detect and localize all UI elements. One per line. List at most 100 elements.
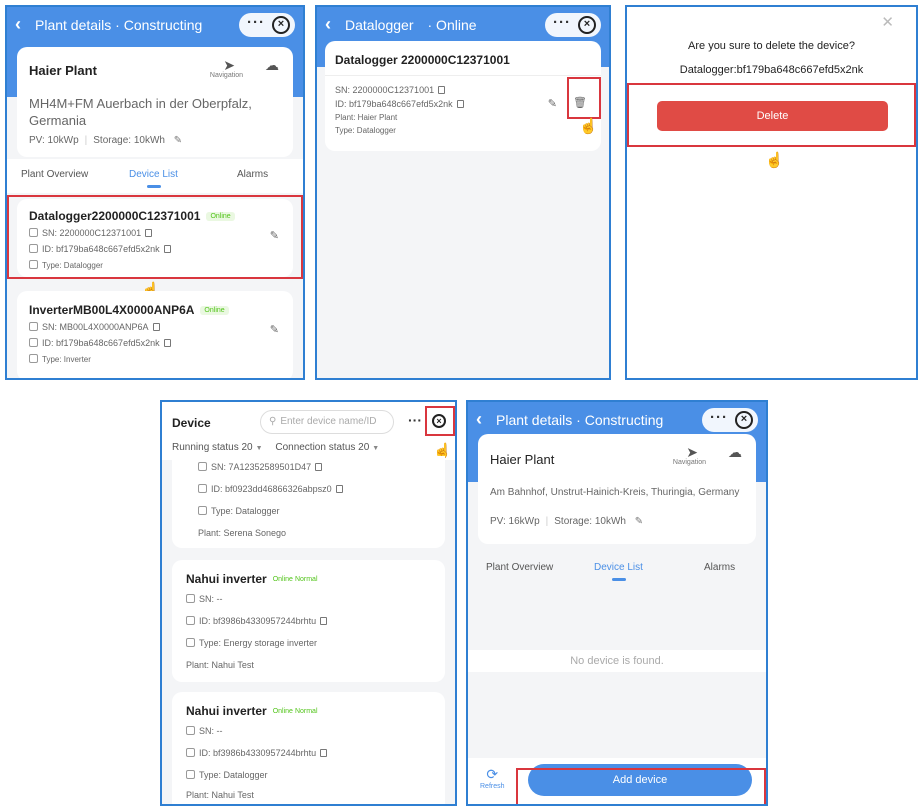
device-sn: SN: MB00L4X0000ANP6A — [29, 322, 160, 332]
device-sn: SN: -- — [186, 594, 223, 604]
device-type: Type: Inverter — [29, 354, 91, 364]
header-title: Plant details · Constructing — [496, 412, 664, 428]
more-icon[interactable]: ··· — [710, 409, 728, 426]
tab-device-list[interactable]: Device List — [129, 169, 178, 180]
device-card[interactable]: Nahui inverter Online Normal SN: -- ID: bf… — [172, 692, 445, 804]
device-card[interactable]: InverterMB00L4X0000ANP6A Online SN: MB00L… — [17, 291, 293, 378]
plant-capacity: PV: 16kWp | Storage: 10kWh ✎ — [490, 516, 644, 527]
device-name: InverterMB00L4X0000ANP6A Online — [29, 303, 229, 317]
navigation-label[interactable]: Navigation — [673, 459, 706, 466]
copy-icon[interactable] — [163, 339, 171, 347]
running-status-filter[interactable]: Running status 20 — [172, 442, 253, 453]
datalogger-detail-panel: ‹ Datalogger · Online ··· × Datalogger 22… — [315, 5, 611, 380]
edit-icon[interactable]: ✎ — [635, 516, 643, 527]
pointer-hand-icon: ☝ — [765, 152, 784, 169]
highlight-box — [516, 768, 766, 804]
copy-icon[interactable] — [335, 485, 343, 493]
pointer-hand-icon: ☝ — [579, 118, 598, 135]
status-badge: Online — [200, 306, 229, 316]
tab-alarms[interactable]: Alarms — [237, 169, 268, 180]
edit-icon[interactable]: ✎ — [270, 323, 279, 336]
copy-icon[interactable] — [152, 323, 160, 331]
device-detail-card: Datalogger 2200000C12371001 SN: 2200000C… — [325, 41, 601, 151]
plant-address: MH4M+FM Auerbach in der Oberpfalz, Germa… — [29, 96, 252, 128]
cloud-icon[interactable]: ☁ — [265, 57, 279, 74]
highlight-box — [7, 195, 303, 279]
plant-address: Am Bahnhof, Unstrut-Hainich-Kreis, Thuri… — [490, 487, 740, 498]
close-icon[interactable]: ✕ — [881, 13, 894, 31]
device-card[interactable]: SN: 7A12352589501D47 ID: bf0923dd4686632… — [172, 456, 445, 548]
copy-icon[interactable] — [315, 463, 323, 471]
device-list-panel: Device ⚲ Enter device name/ID ··· × Runni… — [160, 400, 457, 806]
health-status: Normal — [294, 576, 318, 584]
device-plant: Plant: Nahui Test — [186, 790, 254, 800]
more-icon[interactable]: ··· — [553, 14, 571, 31]
refresh-button[interactable]: ⟳ Refresh — [480, 766, 505, 790]
confirm-device: Datalogger:bf179ba648c667efd5x2nk — [679, 64, 864, 76]
barcode-icon — [29, 322, 38, 331]
device-name: Nahui inverter Online Normal — [186, 572, 318, 586]
device-type: Type: Datalogger — [186, 770, 268, 780]
tab-device-list[interactable]: Device List — [594, 562, 643, 573]
navigation-label[interactable]: Navigation — [210, 72, 243, 79]
pv-capacity: PV: 10kWp — [29, 135, 79, 146]
connection-status-filter[interactable]: Connection status 20 — [275, 442, 369, 453]
tab-plant-overview[interactable]: Plant Overview — [486, 562, 553, 573]
close-icon[interactable]: × — [578, 16, 596, 34]
copy-icon[interactable] — [320, 617, 328, 625]
copy-icon[interactable] — [438, 86, 446, 94]
plant-details-panel: ‹ Plant details · Constructing ··· × Hai… — [5, 5, 305, 380]
device-plant: Plant: Nahui Test — [186, 660, 254, 670]
close-icon[interactable]: × — [735, 411, 753, 429]
tab-bar: Plant Overview Device List Alarms — [468, 552, 766, 586]
more-icon[interactable]: ··· — [247, 14, 265, 31]
storage-capacity: Storage: 10kWh — [93, 135, 165, 146]
plant-card: Haier Plant ➤ Navigation ☁ Am Bahnhof, U… — [478, 434, 756, 544]
filter-bar: Running status 20 ▼ Connection status 20 ▼ — [172, 442, 380, 453]
back-icon[interactable]: ‹ — [325, 15, 331, 33]
copy-icon[interactable] — [456, 100, 464, 108]
highlight-box — [627, 83, 916, 147]
tab-bar: Plant Overview Device List Alarms — [7, 159, 303, 193]
device-id: ID: bf3986b4330957244brhtu — [186, 616, 328, 626]
id-icon — [29, 338, 38, 347]
back-icon[interactable]: ‹ — [476, 410, 482, 428]
page-title: Device — [172, 416, 211, 430]
device-name: Nahui inverter Online Normal — [186, 704, 318, 718]
device-id: ID: bf179ba648c667efd5x2nk — [335, 99, 464, 109]
confirm-question: Are you sure to delete the device? — [688, 40, 855, 52]
device-sn: SN: 2200000C12371001 — [335, 85, 446, 95]
mini-program-capsule: ··· × — [545, 13, 601, 37]
device-sn: SN: -- — [186, 726, 223, 736]
device-type: Type: Datalogger — [335, 126, 396, 135]
refresh-icon: ⟳ — [486, 766, 499, 782]
cloud-icon[interactable]: ☁ — [728, 444, 742, 461]
device-list-header: Device ⚲ Enter device name/ID ··· × Runni… — [162, 402, 455, 460]
device-id: ID: bf0923dd46866326abpsz0 — [198, 484, 343, 494]
edit-icon[interactable]: ✎ — [548, 97, 557, 110]
plant-name: Haier Plant — [29, 63, 97, 78]
back-icon[interactable]: ‹ — [15, 15, 21, 33]
pv-capacity: PV: 16kWp — [490, 516, 540, 527]
mini-program-capsule: ··· × — [239, 13, 295, 37]
mini-program-capsule: ··· × — [702, 408, 758, 432]
edit-icon[interactable]: ✎ — [174, 135, 182, 146]
plant-capacity: PV: 10kWp | Storage: 10kWh ✎ — [29, 135, 183, 146]
close-icon[interactable]: × — [272, 16, 290, 34]
tab-plant-overview[interactable]: Plant Overview — [21, 169, 88, 180]
copy-icon[interactable] — [320, 749, 328, 757]
online-status: Online — [272, 708, 293, 716]
search-input[interactable]: ⚲ Enter device name/ID — [260, 410, 394, 434]
more-icon[interactable]: ··· — [408, 412, 422, 428]
device-card[interactable]: Nahui inverter Online Normal SN: -- ID: bf… — [172, 560, 445, 682]
device-title: Datalogger 2200000C12371001 — [335, 53, 510, 67]
plant-name: Haier Plant — [490, 452, 555, 467]
header-title: Plant details · Constructing — [35, 17, 203, 33]
device-type: Type: Datalogger — [198, 506, 280, 516]
tab-alarms[interactable]: Alarms — [704, 562, 735, 573]
health-status: Normal — [294, 708, 318, 716]
online-status: Online — [272, 576, 293, 584]
header-bar: ‹ Plant details · Constructing ··· × — [7, 7, 303, 47]
divider — [325, 75, 601, 76]
type-icon — [29, 354, 38, 363]
